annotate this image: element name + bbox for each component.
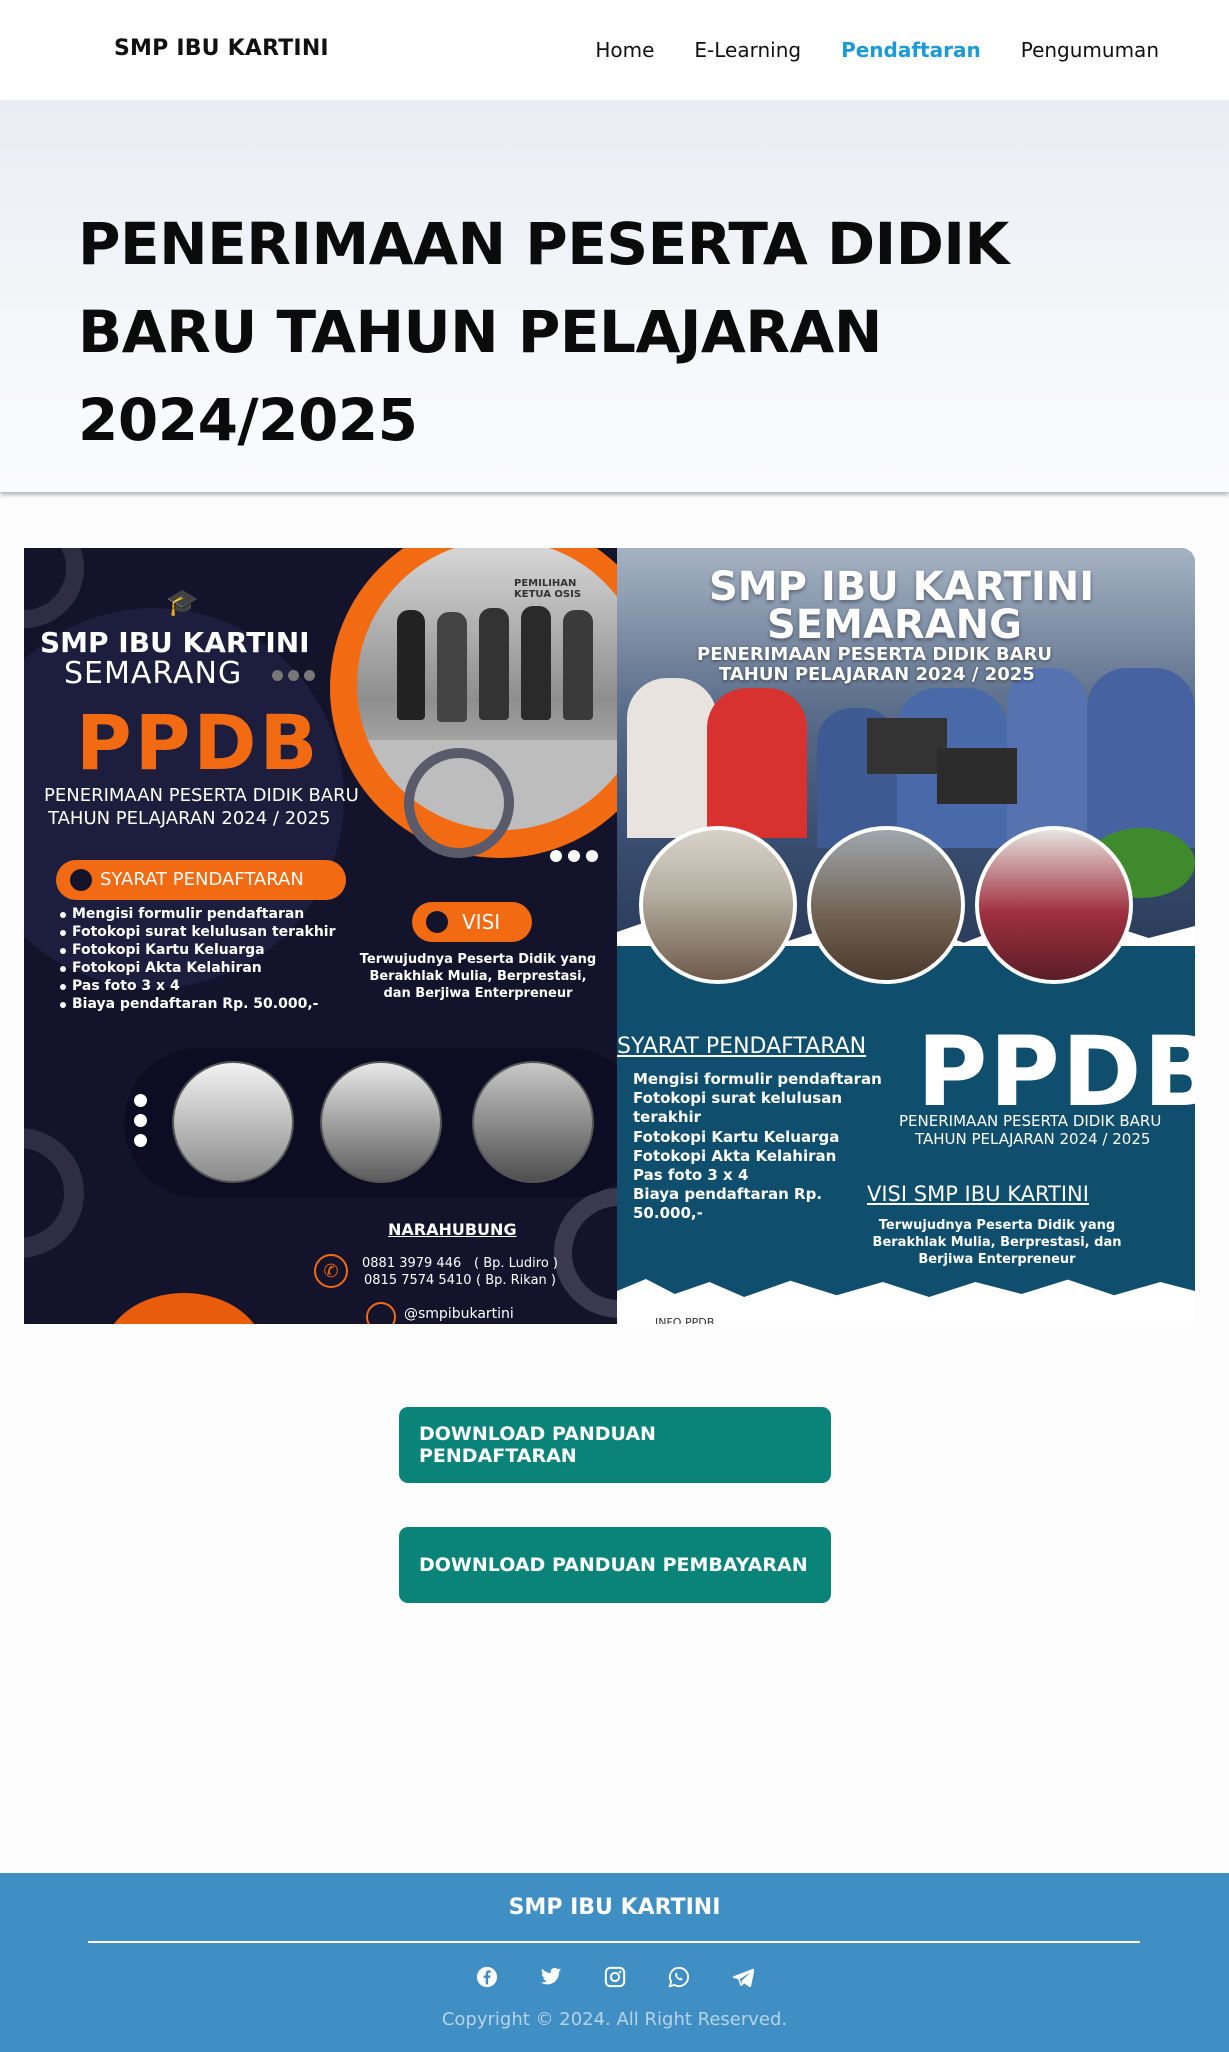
nav-item-e-learning[interactable]: E-Learning: [694, 38, 801, 62]
nav-item-pendaftaran[interactable]: Pendaftaran: [841, 38, 981, 62]
twitter-icon[interactable]: [537, 1963, 565, 1991]
decor-circle: [24, 1128, 84, 1258]
footer: SMP IBU KARTINI Copyright © 2024. All Ri…: [0, 1873, 1229, 2052]
ppdb-subtitle-2: TAHUN PELAJARAN 2024 / 2025: [915, 1130, 1151, 1148]
photo-dancers: [172, 1061, 294, 1183]
syarat-item: Fotokopi Akta Kelahiran: [72, 960, 262, 976]
decor-ring: [404, 748, 514, 858]
photo-sign-osis: PEMILIHAN KETUA OSIS: [514, 578, 582, 600]
syarat-heading: SYARAT PENDAFTARAN: [100, 869, 304, 890]
whatsapp-icon[interactable]: [665, 1963, 693, 1991]
visi-line: Berakhlak Mulia, Berprestasi,: [369, 969, 587, 984]
photo-circle-2: [807, 826, 965, 984]
syarat-item: Pas foto 3 x 4: [72, 978, 180, 994]
contact-instagram: @smpibukartini: [404, 1306, 514, 1322]
decor-circle: [554, 1188, 617, 1318]
visi-line: Berjiwa Enterpreneur: [918, 1252, 1076, 1267]
poster-subtitle-1: PENERIMAAN PESERTA DIDIK BARU: [697, 644, 1053, 665]
syarat-item: Fotokopi Kartu Keluarga: [72, 942, 265, 958]
contact-heading: NARAHUBUNG: [388, 1220, 517, 1239]
poster-ppdb-text: PPDB: [76, 698, 321, 787]
poster-ppdb-right: SMP IBU KARTINI SEMARANG PENERIMAAN PESE…: [617, 548, 1195, 1324]
poster-school-name: SMP IBU KARTINI: [40, 626, 310, 659]
dots-indicator: [550, 850, 604, 864]
poster-ppdb-left: PEMILIHAN KETUA OSIS 🎓 SMP IBU KARTINI S…: [24, 548, 617, 1324]
syarat-item: Mengisi formulir pendaftaran: [72, 906, 305, 922]
footer-title: SMP IBU KARTINI: [508, 1895, 721, 1920]
visi-line: dan Berjiwa Enterpreneur: [383, 986, 573, 1001]
visi-pill: VISI: [412, 902, 532, 942]
info-ppdb-note: INFO PPDB: [655, 1316, 715, 1324]
photo-circle-1: [639, 826, 797, 984]
download-panduan-pendaftaran-button[interactable]: DOWNLOAD PANDUAN PENDAFTARAN: [399, 1407, 831, 1483]
syarat-item: Fotokopi Kartu Keluarga: [633, 1128, 840, 1146]
syarat-heading: SYARAT PENDAFTARAN: [617, 1034, 867, 1059]
syarat-item: Biaya pendaftaran Rp. 50.000,-: [633, 1185, 823, 1222]
syarat-item: Fotokopi surat kelulusan terakhir: [633, 1089, 843, 1126]
nav-item-pengumuman[interactable]: Pengumuman: [1021, 38, 1159, 62]
visi-line: Berakhlak Mulia, Berprestasi, dan: [872, 1235, 1122, 1250]
poster-city: SEMARANG: [64, 656, 243, 691]
syarat-item: Fotokopi Akta Kelahiran: [633, 1147, 837, 1165]
poster-subtitle-1: PENERIMAAN PESERTA DIDIK BARU: [44, 785, 359, 806]
decor-circle: [24, 548, 84, 628]
syarat-item: Fotokopi surat kelulusan terakhir: [72, 924, 336, 940]
ppdb-subtitle-1: PENERIMAAN PESERTA DIDIK BARU: [899, 1112, 1162, 1130]
graduation-cap-icon: 🎓: [166, 588, 199, 618]
copyright-text: Copyright © 2024. All Right Reserved.: [441, 2009, 788, 2030]
decor-orange-blob: [104, 1293, 264, 1324]
globe-icon: [366, 1302, 396, 1324]
download-panduan-pembayaran-button[interactable]: DOWNLOAD PANDUAN PEMBAYARAN: [399, 1527, 831, 1603]
poster-subtitle-2: TAHUN PELAJARAN 2024 / 2025: [48, 808, 331, 829]
poster-subtitle-2: TAHUN PELAJARAN 2024 / 2025: [719, 664, 1035, 685]
syarat-item: Biaya pendaftaran Rp. 50.000,-: [72, 996, 319, 1012]
telegram-icon[interactable]: [729, 1963, 757, 1991]
contact-person: ( Bp. Rikan ): [476, 1273, 556, 1288]
poster-city: SEMARANG: [767, 602, 1022, 648]
visi-heading: VISI: [462, 910, 501, 934]
contact-person: ( Bp. Ludiro ): [474, 1256, 558, 1271]
visi-line: Terwujudnya Peserta Didik yang: [878, 1218, 1116, 1233]
strip-dots: [134, 1094, 148, 1154]
navbar: SMP IBU KARTINI Home E-Learning Pendafta…: [0, 0, 1229, 100]
syarat-heading-pill: SYARAT PENDAFTARAN: [56, 860, 346, 900]
visi-line: Terwujudnya Peserta Didik yang: [359, 952, 597, 967]
facebook-icon[interactable]: [473, 1963, 501, 1991]
phone-icon: ✆: [314, 1254, 348, 1288]
contact-phone: 0881 3979 446: [362, 1256, 462, 1271]
footer-divider: [88, 1941, 1140, 1943]
contact-phone: 0815 7574 5410: [364, 1273, 472, 1288]
syarat-item: Mengisi formulir pendaftaran: [633, 1070, 882, 1088]
syarat-item: Pas foto 3 x 4: [633, 1166, 749, 1184]
visi-heading: VISI SMP IBU KARTINI: [867, 1182, 1089, 1206]
main-nav: Home E-Learning Pendaftaran Pengumuman: [595, 38, 1159, 62]
dots-small: [272, 670, 322, 682]
hero-banner: PENERIMAAN PESERTA DIDIK BARU TAHUN PELA…: [0, 100, 1229, 492]
nav-item-home[interactable]: Home: [595, 38, 654, 62]
photo-students: [320, 1061, 442, 1183]
site-brand[interactable]: SMP IBU KARTINI: [114, 36, 329, 61]
syarat-bullets: [60, 912, 66, 1012]
page-title: PENERIMAAN PESERTA DIDIK BARU TAHUN PELA…: [78, 210, 1009, 454]
social-links: [0, 1963, 1229, 1991]
instagram-icon[interactable]: [601, 1963, 629, 1991]
photo-circle-3: [975, 826, 1133, 984]
photo-group: [472, 1061, 594, 1183]
